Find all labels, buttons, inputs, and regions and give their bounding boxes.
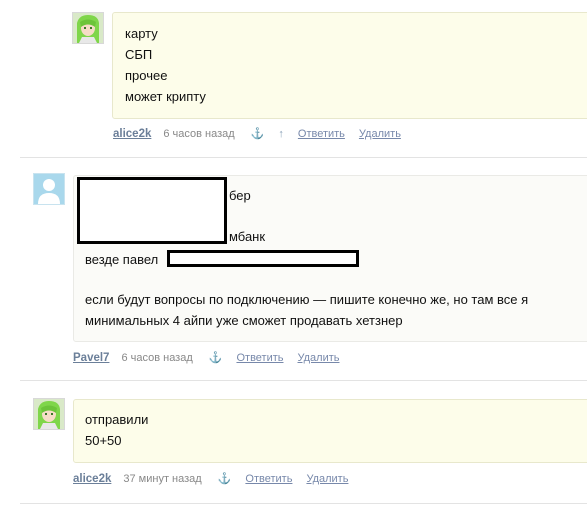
comment-meta: alice2k 6 часов назад ⚓ ↑ Ответить Удали… [113, 127, 401, 141]
comment-body: карту СБП прочее может крипту [112, 12, 587, 119]
avatar[interactable] [33, 173, 65, 205]
comment-separator [20, 380, 587, 381]
comment-text-line: может крипту [125, 89, 206, 104]
anchor-link-icon[interactable]: ⚓ [218, 472, 232, 485]
reply-link[interactable]: Ответить [298, 128, 345, 140]
comment-text-line: отправили [85, 412, 149, 427]
timestamp[interactable]: 6 часов назад [121, 352, 192, 364]
timestamp[interactable]: 37 минут назад [123, 473, 201, 485]
author-link[interactable]: Pavel7 [73, 352, 109, 364]
avatar[interactable] [72, 12, 104, 44]
anchor-link-icon[interactable]: ⚓ [251, 127, 265, 140]
comment-text-line: везде павел [85, 252, 159, 267]
author-link[interactable]: alice2k [73, 473, 111, 485]
comment-separator [20, 157, 587, 158]
comment-separator [20, 503, 587, 504]
comment-text-line: мбанк [229, 229, 266, 244]
anime-character-green-hair-icon [73, 13, 103, 43]
comment-text-line: прочее [125, 68, 168, 83]
redaction-box [167, 250, 359, 267]
author-link[interactable]: alice2k [113, 128, 151, 140]
redaction-box [77, 177, 227, 244]
comment-meta: Pavel7 6 часов назад ⚓ Ответить Удалить [73, 351, 340, 365]
delete-link[interactable]: Удалить [298, 352, 340, 364]
comment-meta: alice2k 37 минут назад ⚓ Ответить Удалит… [73, 472, 348, 486]
anchor-link-icon[interactable]: ⚓ [209, 351, 223, 364]
anime-character-green-hair-icon [34, 399, 64, 429]
comment-text-line: минимальных 4 айпи уже сможет продавать … [85, 313, 403, 328]
delete-link[interactable]: Удалить [306, 473, 348, 485]
comment-text-line: бер [229, 188, 251, 203]
comment-body: отправили 50+50 [73, 399, 587, 463]
avatar[interactable] [33, 398, 65, 430]
comment-text-line: СБП [125, 47, 153, 62]
parent-arrow-icon[interactable]: ↑ [278, 128, 284, 140]
comment-text-line: если будут вопросы по подключению — пиши… [85, 292, 529, 307]
comment-text-line: 50+50 [85, 433, 122, 448]
reply-link[interactable]: Ответить [245, 473, 292, 485]
reply-link[interactable]: Ответить [236, 352, 283, 364]
timestamp[interactable]: 6 часов назад [163, 128, 234, 140]
delete-link[interactable]: Удалить [359, 128, 401, 140]
default-user-silhouette-icon [34, 174, 64, 204]
comment-text-line: карту [125, 26, 158, 41]
